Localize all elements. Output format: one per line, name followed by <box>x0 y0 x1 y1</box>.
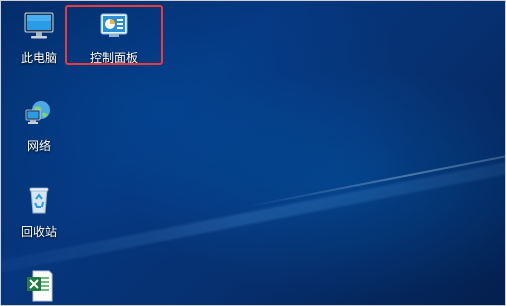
desktop-icon-recycle-bin[interactable]: 回收站 <box>4 183 74 240</box>
excel-file-icon <box>22 269 56 303</box>
desktop[interactable]: 此电脑 控制面板 网络 回收站 <box>1 1 505 305</box>
desktop-icon-network[interactable]: 网络 <box>4 97 74 154</box>
desktop-icon-label: 回收站 <box>20 225 57 239</box>
desktop-icon-label: 网络 <box>26 139 51 153</box>
desktop-icon-this-pc[interactable]: 此电脑 <box>4 9 74 66</box>
this-pc-icon <box>22 9 56 43</box>
selection-highlight-box <box>65 5 163 65</box>
wallpaper-light-beam <box>1 137 505 287</box>
desktop-icon-excel-file[interactable] <box>4 269 74 305</box>
screenshot-frame: 此电脑 控制面板 网络 回收站 <box>0 0 506 306</box>
desktop-icon-label: 此电脑 <box>20 51 57 65</box>
recycle-bin-icon <box>22 183 56 217</box>
network-icon <box>22 97 56 131</box>
